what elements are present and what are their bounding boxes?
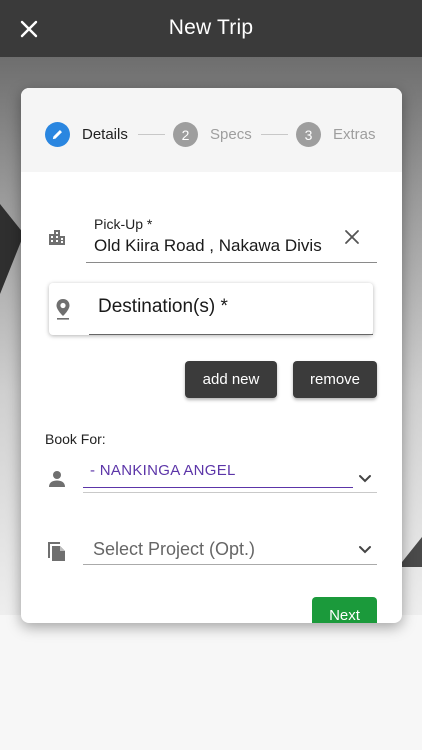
trip-form-card: Details 2 Specs 3 Extras Pick-Up * Old K… xyxy=(21,88,402,623)
project-select[interactable]: Select Project (Opt.) xyxy=(93,539,255,560)
destination-field[interactable]: Destination(s) * xyxy=(49,283,373,335)
project-underline xyxy=(83,564,377,565)
step-details[interactable] xyxy=(45,122,70,147)
destination-underline xyxy=(89,334,373,335)
page-background xyxy=(0,615,422,750)
step-connector xyxy=(261,134,288,135)
clear-icon[interactable] xyxy=(339,224,365,250)
step-extras[interactable]: 3 xyxy=(296,122,321,147)
book-for-select[interactable]: - NANKINGA ANGEL xyxy=(90,462,236,479)
step-connector xyxy=(138,134,165,135)
app-bar: New Trip xyxy=(0,0,422,57)
step-label-details: Details xyxy=(82,126,128,143)
chevron-down-icon[interactable] xyxy=(355,540,375,560)
book-for-label: Book For: xyxy=(45,431,106,447)
book-for-underline xyxy=(83,487,353,488)
pencil-icon xyxy=(52,130,62,140)
page-title: New Trip xyxy=(168,16,254,39)
book-for-underline-secondary xyxy=(83,492,377,493)
next-button[interactable]: Next xyxy=(312,597,377,623)
step-label-extras: Extras xyxy=(333,126,376,143)
pickup-underline xyxy=(86,262,377,263)
remove-button[interactable]: remove xyxy=(293,361,377,398)
pickup-input[interactable]: Old Kiira Road , Nakawa Division xyxy=(94,236,322,256)
location-pin-icon xyxy=(51,297,75,321)
file-copy-icon xyxy=(45,538,69,562)
pickup-label: Pick-Up * xyxy=(94,216,153,232)
add-new-button[interactable]: add new xyxy=(185,361,277,398)
building-icon xyxy=(45,225,69,249)
step-label-specs: Specs xyxy=(210,126,252,143)
person-icon xyxy=(45,467,69,491)
destination-placeholder: Destination(s) * xyxy=(98,296,228,317)
stepper: Details 2 Specs 3 Extras xyxy=(21,88,402,172)
step-specs[interactable]: 2 xyxy=(173,122,198,147)
chevron-down-icon[interactable] xyxy=(355,469,375,489)
